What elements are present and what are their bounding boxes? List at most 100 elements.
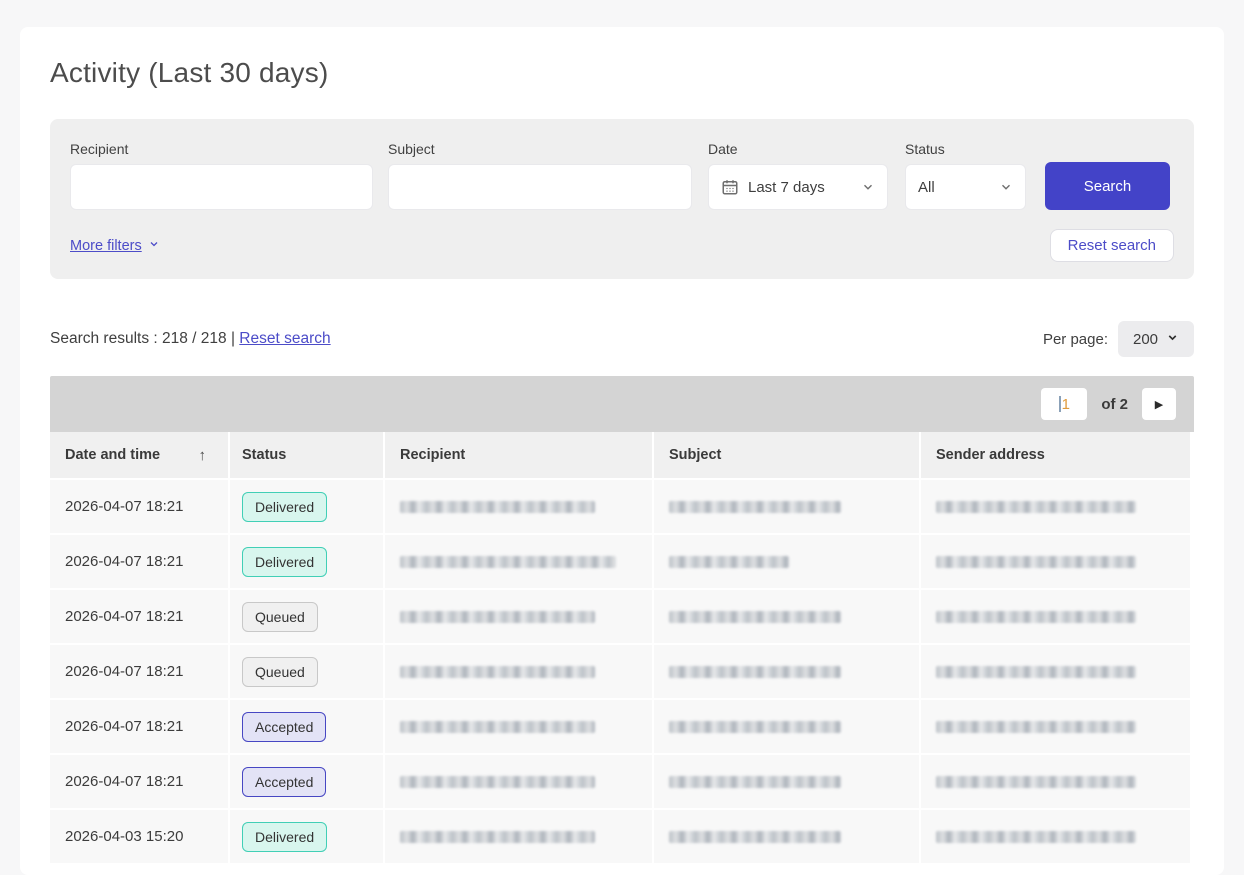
redacted-text [936, 556, 1136, 568]
column-header-recipient[interactable]: Recipient [385, 432, 652, 478]
reset-search-link[interactable]: Reset search [239, 330, 330, 347]
date-select-value: Last 7 days [748, 179, 861, 196]
sort-ascending-icon[interactable]: ↑ [199, 447, 207, 464]
text-caret [1059, 396, 1061, 412]
redacted-text [936, 776, 1136, 788]
recipient-input[interactable] [70, 164, 373, 210]
redacted-text [669, 721, 841, 733]
column-header-label: Sender address [936, 447, 1045, 463]
column-header-subject[interactable]: Subject [654, 432, 919, 478]
cell-datetime: 2026-04-07 18:21 [50, 700, 228, 753]
status-badge: Accepted [242, 767, 326, 797]
pagination-bar: 1 of 2 ▶ [50, 376, 1194, 432]
column-header-label: Date and time [65, 447, 160, 463]
redacted-text [669, 611, 841, 623]
redacted-text [400, 776, 595, 788]
redacted-text [936, 721, 1136, 733]
cell-recipient [385, 645, 652, 698]
next-page-icon: ▶ [1155, 398, 1163, 411]
chevron-down-icon [999, 180, 1013, 194]
results-count: Search results : 218 / 218 [50, 330, 227, 347]
cell-datetime: 2026-04-03 15:20 [50, 810, 228, 863]
cell-status: Queued [230, 645, 383, 698]
column-header-sender[interactable]: Sender address [921, 432, 1190, 478]
cell-recipient [385, 590, 652, 643]
redacted-text [936, 666, 1136, 678]
next-page-button[interactable]: ▶ [1142, 388, 1176, 420]
cell-recipient [385, 810, 652, 863]
filter-panel: Recipient Subject Date [50, 119, 1194, 279]
cell-status: Queued [230, 590, 383, 643]
column-header-label: Status [242, 447, 286, 463]
status-select-value: All [918, 179, 999, 196]
redacted-text [669, 666, 841, 678]
subject-label: Subject [388, 141, 692, 158]
cell-recipient [385, 535, 652, 588]
cell-datetime: 2026-04-07 18:21 [50, 535, 228, 588]
redacted-text [400, 611, 595, 623]
cell-status: Delivered [230, 810, 383, 863]
cell-subject [654, 535, 919, 588]
redacted-text [400, 721, 595, 733]
per-page-label: Per page: [1043, 331, 1108, 348]
redacted-text [936, 831, 1136, 843]
more-filters-label: More filters [70, 238, 142, 254]
cell-sender [921, 480, 1190, 533]
cell-datetime: 2026-04-07 18:21 [50, 645, 228, 698]
cell-sender [921, 755, 1190, 808]
redacted-text [669, 556, 789, 568]
results-divider: | [231, 330, 235, 347]
column-header-label: Recipient [400, 447, 465, 463]
reset-search-button[interactable]: Reset search [1050, 229, 1174, 262]
per-page-value: 200 [1133, 331, 1158, 348]
chevron-down-icon [861, 180, 875, 194]
column-header-date[interactable]: Date and time ↑ [50, 432, 228, 478]
page-total-label: of 2 [1101, 396, 1128, 413]
redacted-text [669, 501, 841, 513]
redacted-text [936, 611, 1136, 623]
column-header-label: Subject [669, 447, 721, 463]
cell-datetime: 2026-04-07 18:21 [50, 755, 228, 808]
cell-subject [654, 590, 919, 643]
redacted-text [669, 776, 841, 788]
per-page-control: Per page: 200 [1043, 321, 1194, 357]
chevron-down-icon [1166, 331, 1179, 348]
cell-status: Delivered [230, 480, 383, 533]
date-select[interactable]: Last 7 days [708, 164, 888, 210]
cell-subject [654, 645, 919, 698]
redacted-text [400, 556, 616, 568]
page-number-input[interactable]: 1 [1041, 388, 1087, 420]
status-badge: Delivered [242, 492, 327, 522]
search-button[interactable]: Search [1045, 162, 1170, 210]
more-filters-link[interactable]: More filters [70, 238, 160, 254]
status-select[interactable]: All [905, 164, 1026, 210]
page-number-value: 1 [1062, 396, 1070, 413]
cell-sender [921, 810, 1190, 863]
status-badge: Queued [242, 602, 318, 632]
column-header-status[interactable]: Status [230, 432, 383, 478]
redacted-text [936, 501, 1136, 513]
cell-recipient [385, 700, 652, 753]
cell-datetime: 2026-04-07 18:21 [50, 480, 228, 533]
status-label: Status [905, 141, 1026, 158]
status-badge: Accepted [242, 712, 326, 742]
cell-status: Accepted [230, 700, 383, 753]
redacted-text [400, 501, 595, 513]
status-badge: Delivered [242, 822, 327, 852]
redacted-text [400, 831, 595, 843]
cell-subject [654, 480, 919, 533]
results-summary: Search results : 218 / 218 | Reset searc… [50, 330, 331, 348]
page-title: Activity (Last 30 days) [50, 57, 1194, 89]
date-label: Date [708, 141, 888, 158]
cell-sender [921, 535, 1190, 588]
cell-subject [654, 810, 919, 863]
cell-subject [654, 755, 919, 808]
redacted-text [669, 831, 841, 843]
cell-sender [921, 700, 1190, 753]
recipient-label: Recipient [70, 141, 373, 158]
cell-recipient [385, 755, 652, 808]
cell-datetime: 2026-04-07 18:21 [50, 590, 228, 643]
per-page-select[interactable]: 200 [1118, 321, 1194, 357]
results-bar: Search results : 218 / 218 | Reset searc… [50, 321, 1194, 357]
subject-input[interactable] [388, 164, 692, 210]
